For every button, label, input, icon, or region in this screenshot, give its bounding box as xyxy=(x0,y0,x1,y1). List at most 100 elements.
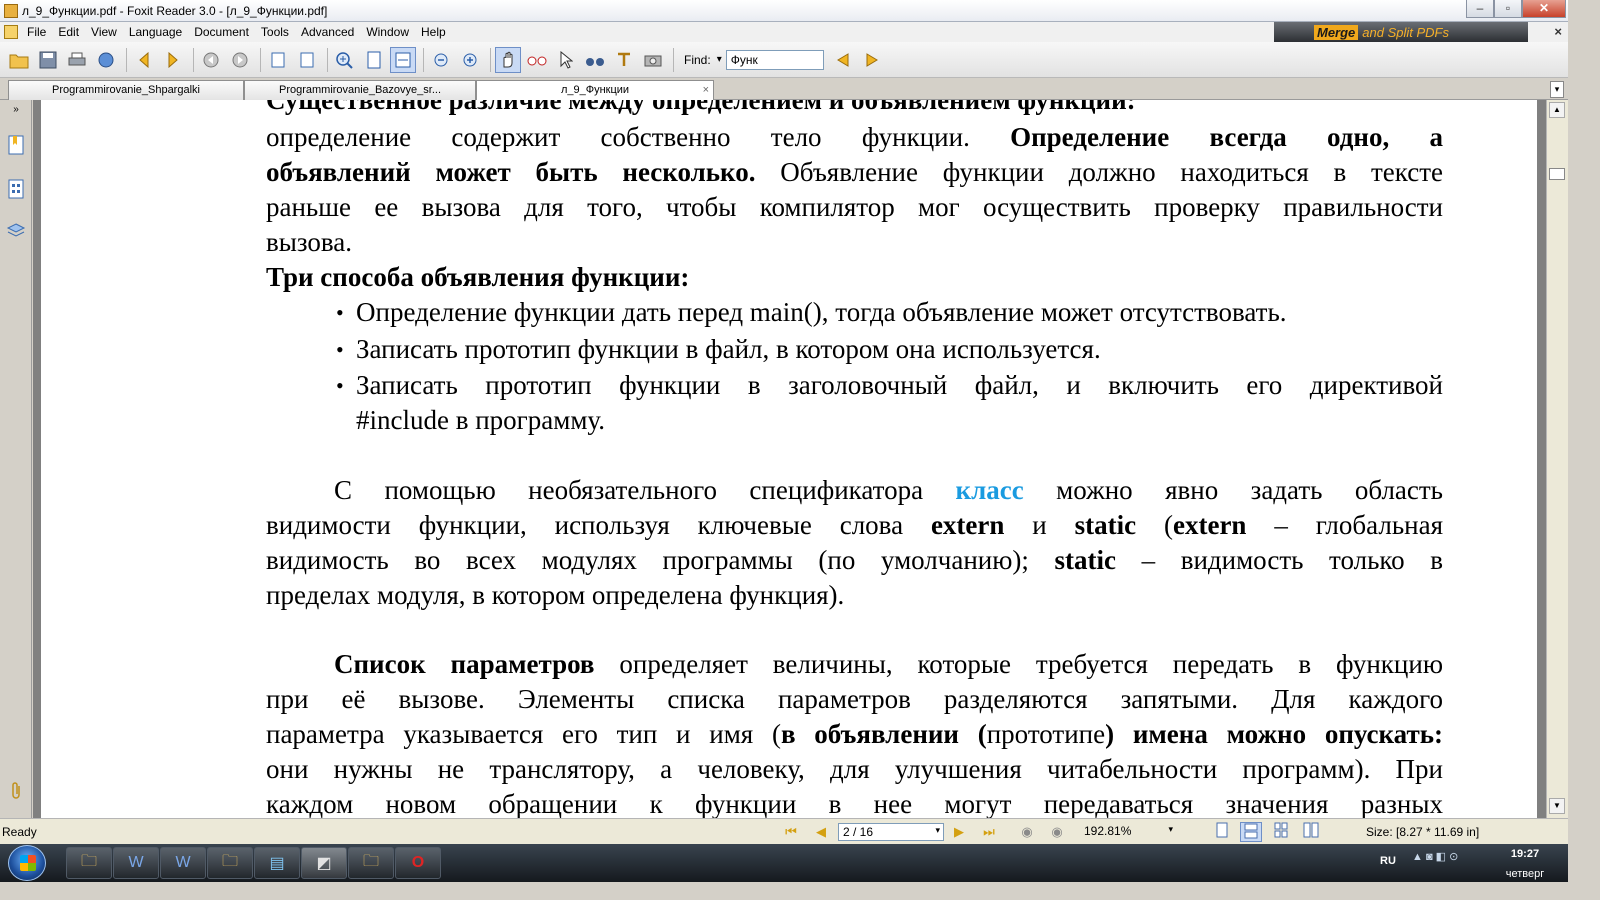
page-dropdown-icon[interactable]: ▾ xyxy=(935,825,940,836)
side-panel: » xyxy=(0,100,32,818)
next-view-icon[interactable] xyxy=(227,47,253,73)
save-icon[interactable] xyxy=(35,47,61,73)
document-view[interactable]: Существенное различие между определением… xyxy=(33,100,1546,818)
back-arrow-icon[interactable] xyxy=(131,47,157,73)
rotate-left-icon[interactable] xyxy=(265,47,291,73)
section-heading: Три способа объявления функции: xyxy=(266,262,690,292)
print-icon[interactable] xyxy=(64,47,90,73)
open-folder-icon[interactable] xyxy=(6,47,32,73)
find-previous-icon[interactable] xyxy=(830,47,856,73)
zoom-level-field[interactable]: 192.81% ▾ xyxy=(1080,823,1176,841)
input-language-indicator[interactable]: RU xyxy=(1380,855,1396,867)
start-button[interactable] xyxy=(8,845,46,881)
taskbar-opera-icon[interactable]: O xyxy=(395,847,441,879)
page-number-field[interactable]: 2 / 16 ▾ xyxy=(838,823,944,841)
menu-help[interactable]: Help xyxy=(416,25,453,39)
taskbar-explorer-folder-icon[interactable]: 🗀 xyxy=(207,847,253,879)
tab-l9-funkcii[interactable]: л_9_Функции × xyxy=(476,80,714,100)
previous-view-status-icon[interactable]: ◉ xyxy=(1018,824,1036,840)
camera-icon[interactable] xyxy=(640,47,666,73)
paragraph-definition: определение содержит собственно тело фун… xyxy=(266,122,1444,292)
zoom-in-icon[interactable] xyxy=(332,47,358,73)
taskbar-explorer-folder-icon[interactable]: 🗀 xyxy=(66,847,112,879)
forward-arrow-icon[interactable] xyxy=(160,47,186,73)
cut-off-line: Существенное различие между определением… xyxy=(266,100,1136,115)
menu-window[interactable]: Window xyxy=(361,25,416,39)
keyword-class: класс xyxy=(955,475,1024,505)
toolbar-separator xyxy=(126,47,127,72)
next-view-status-icon[interactable]: ◉ xyxy=(1048,824,1066,840)
toolbar-separator xyxy=(423,47,424,72)
list-item: • Записать прототип функции в заголовочн… xyxy=(336,370,1443,435)
next-page-icon[interactable]: ▶ xyxy=(950,824,968,840)
vertical-scrollbar[interactable]: ▲ ▼ xyxy=(1546,100,1568,818)
banner-highlight: Merge xyxy=(1314,24,1359,40)
rotate-right-icon[interactable] xyxy=(294,47,320,73)
menu-file[interactable]: File xyxy=(22,25,53,39)
layers-icon[interactable] xyxy=(5,220,27,242)
binoculars-icon[interactable] xyxy=(582,47,608,73)
list-item: • Определение функции дать перед main(),… xyxy=(266,295,1443,330)
previous-view-icon[interactable] xyxy=(198,47,224,73)
continuous-view-icon[interactable] xyxy=(1240,822,1262,842)
merge-split-banner[interactable]: Merge and Split PDFs xyxy=(1274,22,1528,42)
zoom-dropdown-icon[interactable]: ▾ xyxy=(1168,824,1173,835)
status-text: Ready xyxy=(2,825,37,839)
tab-label: л_9_Функции xyxy=(560,84,630,96)
menu-advanced[interactable]: Advanced xyxy=(296,25,361,39)
attachment-paperclip-icon[interactable] xyxy=(5,780,27,802)
menu-tools[interactable]: Tools xyxy=(256,25,296,39)
tab-programmirovanie-bazovye[interactable]: Programmirovanie_Bazovye_sr... xyxy=(244,80,476,100)
bullet-glyph: • xyxy=(336,337,344,362)
restore-button[interactable]: ▫ xyxy=(1494,0,1522,18)
menu-view[interactable]: View xyxy=(86,25,124,39)
minimize-button[interactable]: – xyxy=(1466,0,1494,18)
document-close-icon[interactable]: × xyxy=(1554,24,1562,39)
zoom-out-icon[interactable] xyxy=(428,47,454,73)
taskbar-foxit-reader-icon[interactable]: ◩ xyxy=(301,847,347,879)
scroll-up-button[interactable]: ▲ xyxy=(1549,102,1565,118)
scroll-thumb[interactable] xyxy=(1549,168,1565,180)
bullet-glyph: • xyxy=(336,300,344,325)
pages-icon[interactable] xyxy=(5,178,27,200)
fit-width-icon[interactable] xyxy=(390,46,416,73)
email-globe-icon[interactable] xyxy=(93,47,119,73)
text-select-icon[interactable] xyxy=(611,47,637,73)
find-input[interactable] xyxy=(725,49,824,70)
previous-page-icon[interactable]: ◀ xyxy=(812,824,830,840)
taskbar-word-icon[interactable]: W xyxy=(160,847,206,879)
status-bar: Ready ⏮ ◀ 2 / 16 ▾ ▶ ⏭ ◉ ◉ 192.81% ▾ Siz… xyxy=(0,818,1568,844)
tab-close-icon[interactable]: × xyxy=(703,81,709,99)
close-button[interactable]: ✕ xyxy=(1522,0,1566,18)
taskbar-clock[interactable]: 19:27 четверг xyxy=(1490,846,1560,882)
system-tray-icons[interactable]: ▲ ◙ ◧ ⊙ xyxy=(1412,850,1458,863)
side-panel-collapse-icon[interactable]: » xyxy=(0,100,32,120)
taskbar-explorer-folder-icon[interactable]: 🗀 xyxy=(348,847,394,879)
select-arrow-icon[interactable] xyxy=(553,47,579,73)
single-page-view-icon[interactable] xyxy=(1211,822,1233,842)
menu-document[interactable]: Document xyxy=(189,25,256,39)
toolbar-separator xyxy=(193,47,194,72)
tab-list-dropdown[interactable]: ▾ xyxy=(1550,81,1564,98)
last-page-icon[interactable]: ⏭ xyxy=(980,824,998,840)
taskbar-app-icon[interactable]: ▤ xyxy=(254,847,300,879)
bookmarks-icon[interactable] xyxy=(5,134,27,156)
taskbar-word-icon[interactable]: W xyxy=(113,847,159,879)
facing-view-icon[interactable] xyxy=(1270,822,1292,842)
menu-edit[interactable]: Edit xyxy=(53,25,86,39)
snapshot-glasses-icon[interactable] xyxy=(524,47,550,73)
continuous-facing-view-icon[interactable] xyxy=(1300,822,1322,842)
scroll-down-button[interactable]: ▼ xyxy=(1549,798,1565,814)
document-tab-bar: Programmirovanie_Shpargalki Programmirov… xyxy=(0,78,1568,100)
document-menu-icon[interactable] xyxy=(4,25,18,39)
hand-tool-icon[interactable] xyxy=(495,46,521,73)
first-page-icon[interactable]: ⏮ xyxy=(782,824,800,840)
zoom-plus-icon[interactable] xyxy=(457,47,483,73)
paragraph-parameter-list: Список параметров определяет величины, к… xyxy=(266,649,1444,818)
pdf-page: Существенное различие между определением… xyxy=(41,100,1537,818)
find-options-dropdown[interactable]: ▾ xyxy=(717,54,722,65)
find-next-icon[interactable] xyxy=(859,47,885,73)
tab-programmirovanie-shpargalki[interactable]: Programmirovanie_Shpargalki xyxy=(8,80,244,100)
menu-language[interactable]: Language xyxy=(124,25,189,39)
fit-page-icon[interactable] xyxy=(361,47,387,73)
